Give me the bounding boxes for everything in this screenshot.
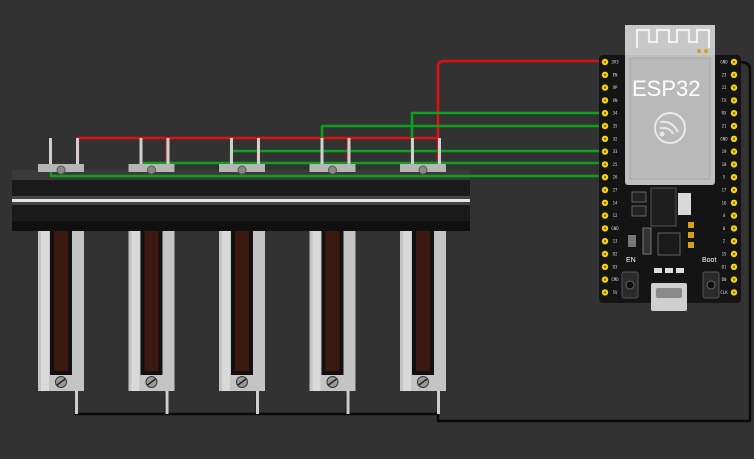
pin-label: D1 [722, 264, 727, 269]
pin-label: 17 [722, 188, 727, 193]
pin-label: 23 [722, 72, 727, 77]
en-button-label: EN [626, 257, 636, 264]
pin-label: 18 [722, 162, 727, 167]
pin-label: D0 [722, 277, 727, 282]
pin-label: 25 [613, 162, 618, 167]
en-button[interactable] [621, 271, 639, 299]
pin-label: 14 [613, 200, 618, 205]
pin-label: CLK [720, 290, 728, 295]
pin-label: 34 [613, 111, 618, 116]
signal-wire-4 [320, 124, 605, 165]
pin-label: TX [722, 98, 727, 103]
pin-label: GND [720, 136, 728, 141]
pin-label: 13 [613, 239, 618, 244]
pin-label: GND [611, 226, 619, 231]
pin-label: EN [613, 72, 618, 77]
pin-label: 12 [613, 213, 618, 218]
pin-label: 35 [613, 124, 618, 129]
pin-label: 21 [722, 124, 727, 129]
pin-label: 33 [613, 149, 618, 154]
pin-label: 26 [613, 175, 618, 180]
slider-rail [12, 170, 470, 231]
header-pin[interactable]: GND [601, 225, 619, 232]
boot-button-label: Boot [702, 257, 716, 264]
pin-label: CMD [611, 277, 619, 282]
boot-button[interactable] [702, 271, 720, 299]
pin-label: VP [613, 85, 618, 90]
pin-label: 15 [722, 252, 727, 257]
pin-label: RX [722, 111, 727, 116]
pin-label: 16 [722, 200, 727, 205]
header-pin[interactable]: CMD [601, 276, 619, 283]
pin-label: D3 [613, 264, 618, 269]
esp32-board: ESP32 EN Boot 3V3ENVPVN34353233252627141… [599, 25, 741, 311]
simulator-canvas[interactable]: ESP32 EN Boot 3V3 EN VP VN 34 35 32 33 2… [0, 0, 754, 459]
pin-label: 19 [722, 149, 727, 154]
pin-label: 5V [613, 290, 618, 295]
pin-label: VN [613, 98, 618, 103]
pin-label: GND [720, 60, 728, 65]
header-pin[interactable]: 3V3 [601, 58, 619, 66]
signal-wire-2 [139, 161, 605, 165]
chip-label: ESP32 [632, 76, 701, 101]
pin-label: 27 [613, 188, 618, 193]
usb-port [651, 283, 687, 311]
pin-label: 22 [722, 85, 727, 90]
circuit-diagram: ESP32 EN Boot 3V3ENVPVN34353233252627141… [12, 25, 752, 423]
pin-label: 3V3 [611, 60, 619, 65]
pin-label: D2 [613, 252, 618, 257]
pin-label: 32 [613, 136, 618, 141]
